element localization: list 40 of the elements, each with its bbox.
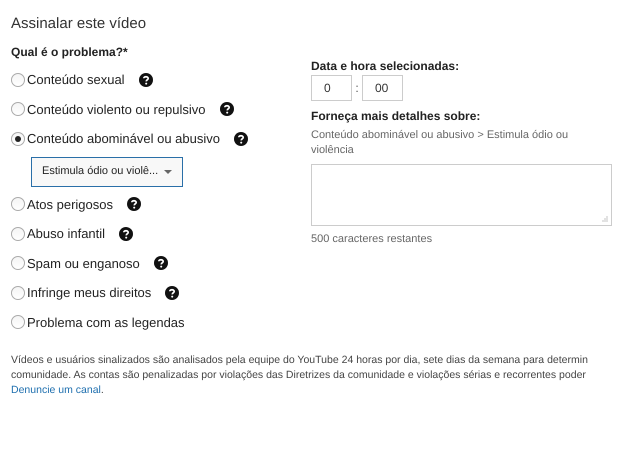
- radio-button[interactable]: [11, 102, 25, 116]
- help-icon[interactable]: [220, 102, 234, 116]
- help-icon[interactable]: [138, 72, 153, 87]
- radio-button[interactable]: [11, 132, 25, 146]
- question-label: Qual é o problema?*: [11, 44, 129, 61]
- radio-button[interactable]: [11, 226, 25, 241]
- radio-button[interactable]: [11, 286, 25, 300]
- dropdown-button[interactable]: Estimula ódio ou violê...: [31, 156, 183, 186]
- radio-button[interactable]: [11, 256, 25, 270]
- help-icon[interactable]: [165, 286, 180, 300]
- radio-button[interactable]: [11, 315, 25, 330]
- seconds-field[interactable]: 00: [362, 75, 403, 101]
- option-label[interactable]: Atos perigosos: [27, 194, 113, 214]
- option-label[interactable]: Spam ou enganoso: [27, 254, 140, 273]
- time-separator: :: [354, 80, 360, 97]
- option-label[interactable]: Abuso infantil: [27, 224, 106, 244]
- dialog-title: Assinalar este vídeo: [11, 15, 148, 33]
- details-textarea[interactable]: [311, 164, 612, 226]
- radio-button[interactable]: [11, 72, 25, 87]
- minutes-field[interactable]: 0: [311, 75, 352, 101]
- radio-button[interactable]: [11, 197, 25, 212]
- option-label[interactable]: Infringe meus direitos: [27, 283, 152, 302]
- caret-icon: [164, 170, 172, 174]
- notice-text: Vídeos e usuários sinalizados são analisados pela equipe do YouTube 24 horas por dia, sete dias da semana para determin: [11, 353, 588, 368]
- help-icon[interactable]: [119, 226, 134, 241]
- category-path: Conteúdo abominável ou abusivo > Estimula ódio ou violência: [311, 128, 570, 158]
- option-label[interactable]: Conteúdo violento ou repulsivo: [27, 100, 206, 119]
- option-label[interactable]: Conteúdo abominável ou abusivo: [27, 129, 220, 148]
- help-icon[interactable]: [127, 197, 141, 212]
- notice-period: .: [100, 383, 104, 398]
- details-label: Forneça mais detalhes sobre:: [311, 108, 482, 125]
- time-label: Data e hora selecionadas:: [311, 58, 460, 74]
- option-label[interactable]: Problema com as legendas: [27, 312, 185, 332]
- notice-text: comunidade. As contas são penalizadas por violações das Diretrizes da comunidade e violações sérias e recorrentes poder: [11, 368, 586, 383]
- help-icon[interactable]: [154, 256, 168, 270]
- option-label[interactable]: Conteúdo sexual: [27, 70, 125, 90]
- resize-handle-icon[interactable]: [602, 216, 608, 222]
- help-icon[interactable]: [234, 132, 248, 146]
- remaining-count: 500 caracteres restantes: [311, 232, 434, 247]
- report-channel-link[interactable]: Denuncie um canal: [11, 383, 101, 398]
